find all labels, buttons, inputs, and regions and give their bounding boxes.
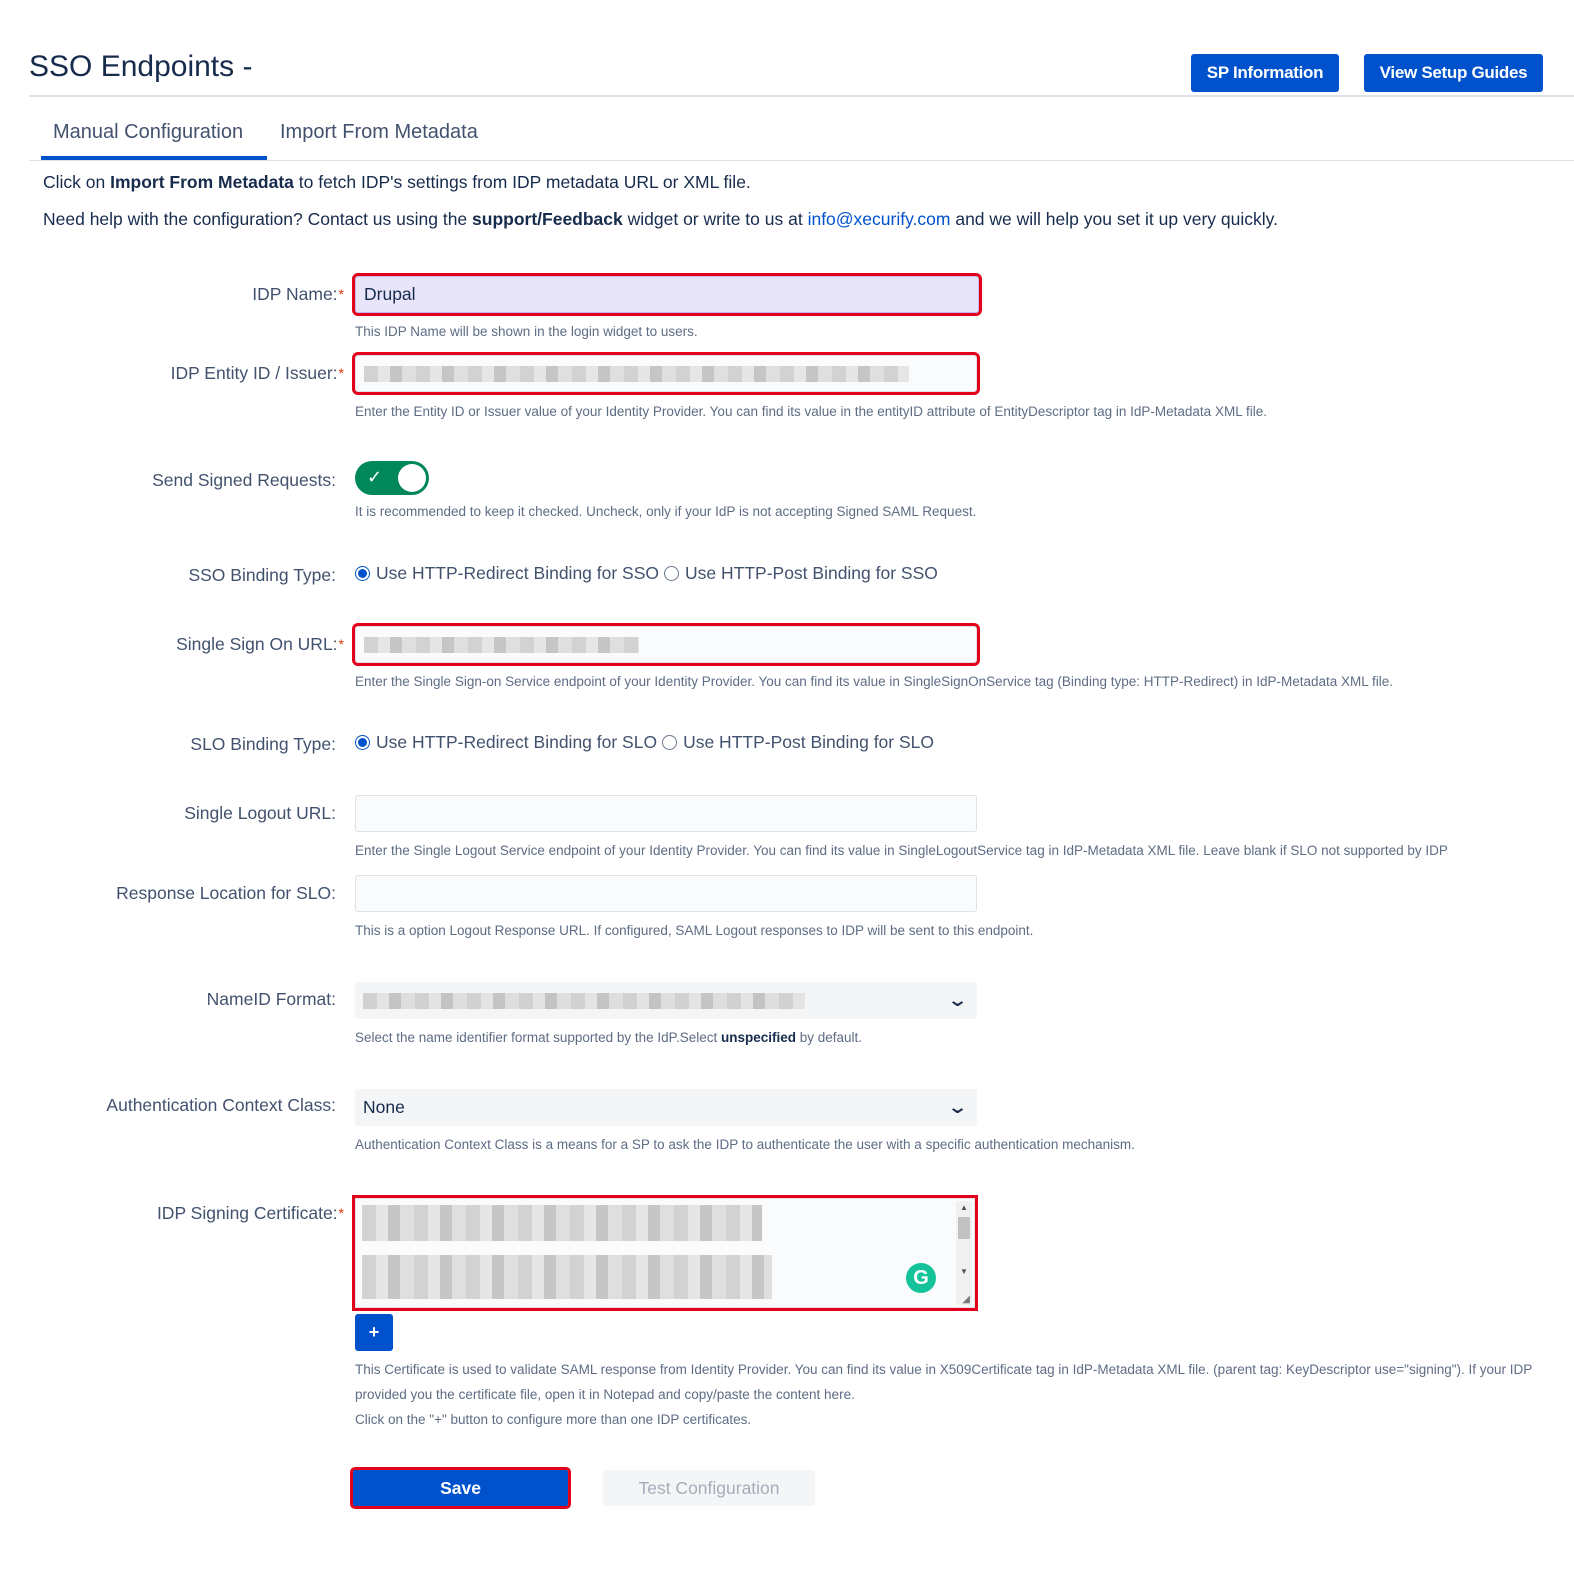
redacted-value [363,992,805,1009]
redacted-value [362,1255,772,1299]
tab-divider [29,160,1574,161]
slo-post-radio[interactable] [662,734,678,750]
slo-binding-options: Use HTTP-Redirect Binding for SLO Use HT… [355,730,934,754]
signed-requests-help: It is recommended to keep it checked. Un… [355,504,977,519]
sso-url-help: Enter the Single Sign-on Service endpoin… [355,674,1394,689]
toggle-knob [398,464,426,492]
scroll-down-icon[interactable]: ▼ [960,1267,968,1276]
signed-requests-toggle[interactable]: ✓ [355,461,429,495]
save-button[interactable]: Save [350,1467,571,1509]
auth-context-label: Authentication Context Class: [106,1095,336,1115]
add-certificate-button[interactable]: + [355,1314,393,1351]
idp-name-help: This IDP Name will be shown in the login… [355,324,698,339]
logout-url-help: Enter the Single Logout Service endpoint… [355,843,1448,858]
sso-binding-options: Use HTTP-Redirect Binding for SSO Use HT… [355,561,938,585]
entity-id-help: Enter the Entity ID or Issuer value of y… [355,404,1267,419]
signing-cert-help-3: Click on the "+" button to configure mor… [355,1412,752,1427]
nameid-format-label: NameID Format: [206,989,336,1009]
entity-id-label: IDP Entity ID / Issuer:* [170,363,344,383]
response-location-input[interactable] [355,875,977,912]
signing-cert-help-2: provided you the certificate file, open … [355,1387,855,1402]
sso-url-input[interactable] [352,623,980,666]
idp-name-label: IDP Name:* [252,284,344,304]
sso-redirect-radio[interactable] [355,565,370,581]
required-marker: * [338,365,344,381]
intro-line-help: Need help with the configuration? Contac… [43,209,1278,229]
required-marker: * [338,636,344,652]
page-title: SSO Endpoints - [29,50,253,83]
tab-manual-configuration[interactable]: Manual Configuration [53,118,243,146]
chevron-down-icon: ⌄ [946,990,969,1010]
signing-cert-label: IDP Signing Certificate:* [156,1203,344,1223]
nameid-format-help: Select the name identifier format suppor… [355,1030,863,1045]
intro-line-import: Click on Import From Metadata to fetch I… [43,172,751,192]
signing-cert-textarea[interactable]: G ▲ ▼ ◢ [352,1195,978,1311]
auth-context-help: Authentication Context Class is a means … [355,1137,1135,1152]
redacted-value [364,365,909,382]
sso-post-radio[interactable] [664,565,680,581]
scroll-thumb[interactable] [958,1217,970,1239]
required-marker: * [338,1205,344,1221]
textarea-scrollbar[interactable]: ▲ ▼ [956,1201,972,1305]
entity-id-input[interactable] [352,352,980,395]
sp-information-button[interactable]: SP Information [1191,54,1339,92]
support-email-link[interactable]: info@xecurify.com [808,209,951,229]
response-location-label: Response Location for SLO: [116,883,336,903]
header-divider [29,95,1574,97]
sso-binding-label: SSO Binding Type: [188,565,336,585]
slo-binding-label: SLO Binding Type: [190,734,336,754]
grammarly-icon[interactable]: G [906,1263,936,1293]
resize-handle-icon[interactable]: ◢ [962,1294,970,1305]
slo-redirect-radio[interactable] [355,734,370,750]
required-marker: * [338,286,344,302]
test-configuration-button[interactable]: Test Configuration [603,1470,815,1506]
idp-name-input[interactable]: Drupal [352,273,982,316]
sso-redirect-label: Use HTTP-Redirect Binding for SSO [376,563,660,583]
auth-context-select[interactable]: None ⌄ [355,1089,977,1126]
slo-post-label: Use HTTP-Post Binding for SLO [683,732,934,752]
check-icon: ✓ [367,467,383,487]
sso-post-label: Use HTTP-Post Binding for SSO [685,563,938,583]
logout-url-input[interactable] [355,795,977,832]
sso-url-label: Single Sign On URL:* [176,634,344,654]
redacted-value [362,1205,762,1241]
view-setup-guides-button[interactable]: View Setup Guides [1364,54,1543,92]
tab-import-from-metadata[interactable]: Import From Metadata [280,118,478,146]
response-location-help: This is a option Logout Response URL. If… [355,923,1034,938]
slo-redirect-label: Use HTTP-Redirect Binding for SLO [376,732,658,752]
redacted-value [364,636,639,653]
chevron-down-icon: ⌄ [946,1097,969,1117]
scroll-up-icon[interactable]: ▲ [960,1203,968,1212]
signed-requests-label: Send Signed Requests: [152,470,336,490]
signing-cert-help-1: This Certificate is used to validate SAM… [355,1362,1533,1377]
nameid-format-select[interactable]: ⌄ [355,982,977,1019]
logout-url-label: Single Logout URL: [184,803,336,823]
